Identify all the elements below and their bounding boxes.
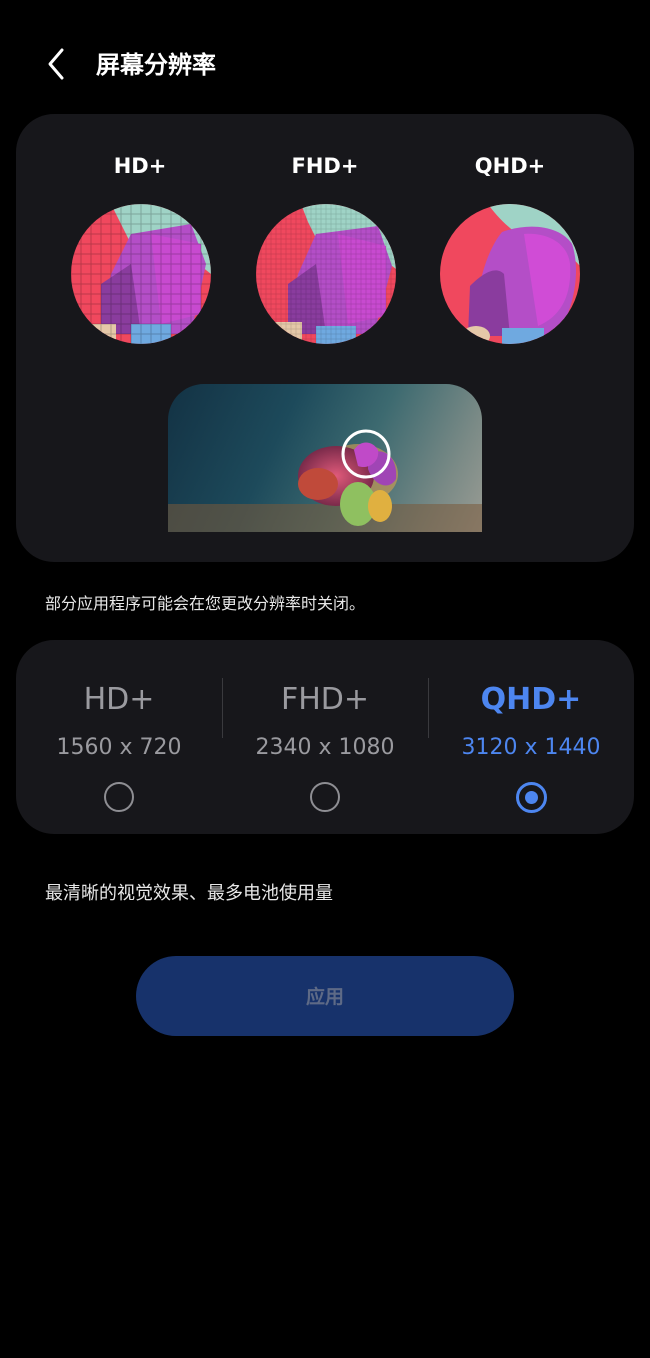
option-fhd[interactable]: FHD+ 2340 x 1080 <box>222 640 428 834</box>
resolution-preview-card: HD+ FHD+ QHD+ <box>16 114 634 562</box>
option-hd-radio[interactable] <box>104 782 134 812</box>
option-fhd-size: 2340 x 1080 <box>255 735 395 760</box>
resolution-description: 最清晰的视觉效果、最多电池使用量 <box>45 883 333 904</box>
option-fhd-radio[interactable] <box>310 782 340 812</box>
page-title: 屏幕分辨率 <box>96 51 216 79</box>
option-qhd-name: QHD+ <box>480 682 582 717</box>
preview-label-fhd: FHD+ <box>291 154 359 178</box>
apply-button[interactable]: 应用 <box>136 956 514 1036</box>
preview-zoom-qhd <box>440 204 580 344</box>
preview-label-qhd: QHD+ <box>474 154 546 178</box>
wallpaper-preview <box>168 384 482 532</box>
preview-zoom-fhd <box>256 204 396 344</box>
option-qhd-radio[interactable] <box>516 782 547 813</box>
back-button[interactable] <box>38 44 74 84</box>
option-hd-name: HD+ <box>83 682 155 717</box>
resolution-change-note: 部分应用程序可能会在您更改分辨率时关闭。 <box>45 594 366 613</box>
preview-zoom-hd <box>71 204 211 344</box>
resolution-options-card: HD+ 1560 x 720 FHD+ 2340 x 1080 QHD+ 312… <box>16 640 634 834</box>
apply-button-label: 应用 <box>305 986 344 1008</box>
option-hd[interactable]: HD+ 1560 x 720 <box>16 640 222 834</box>
option-qhd-size: 3120 x 1440 <box>461 735 601 760</box>
option-qhd[interactable]: QHD+ 3120 x 1440 <box>428 640 634 834</box>
option-hd-size: 1560 x 720 <box>56 735 182 760</box>
chevron-left-icon <box>48 48 64 80</box>
radio-selected-dot <box>525 791 538 804</box>
header: 屏幕分辨率 <box>0 30 650 100</box>
preview-label-hd: HD+ <box>113 154 167 178</box>
option-fhd-name: FHD+ <box>280 682 370 717</box>
